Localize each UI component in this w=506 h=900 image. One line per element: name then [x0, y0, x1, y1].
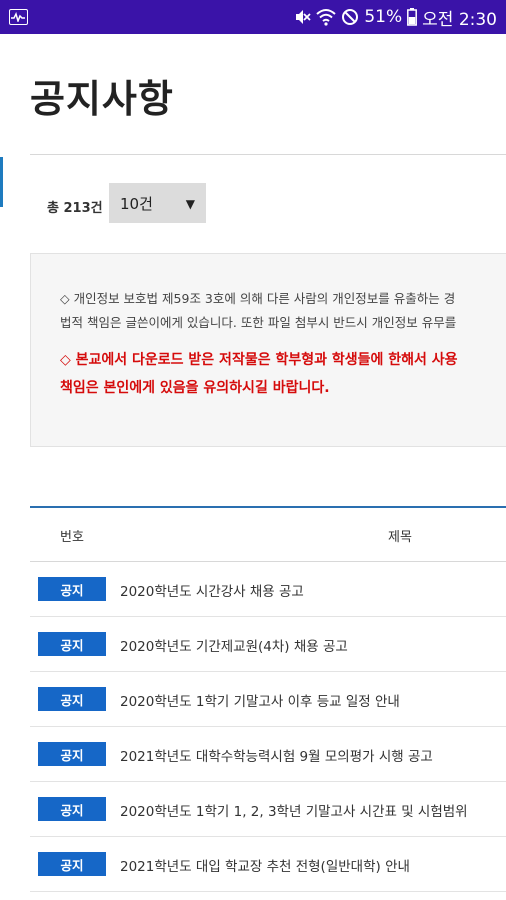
clock: 오전 2:30 [422, 9, 497, 30]
copyright-warning-line-1: ◇ 본교에서 다운로드 받은 저작물은 학부형과 학생들에 한해서 사용 [60, 352, 458, 368]
post-title-link[interactable]: 2021학년도 대입 학교장 추천 전형(일반대학) 안내 [120, 855, 410, 875]
post-title-link[interactable]: 2021학년도 대학수학능력시험 9월 모의평가 시행 공고 [120, 745, 433, 765]
post-title-link[interactable]: 2020학년도 시간강사 채용 공고 [120, 580, 304, 600]
dropdown-caret-icon: ▼ [185, 197, 195, 211]
table-top-border [30, 506, 506, 508]
do-not-disturb-icon [341, 8, 359, 26]
column-header-title: 제목 [388, 530, 412, 545]
page-size-value: 10건 [120, 194, 153, 213]
battery-icon [407, 8, 418, 26]
total-count: 총 213건 [47, 201, 103, 216]
post-title-link[interactable]: 2020학년도 기간제교원(4차) 채용 공고 [120, 635, 348, 655]
mute-icon [293, 8, 311, 26]
notice-badge: 공지 [38, 742, 106, 766]
page-title: 공지사항 [30, 77, 174, 121]
notice-badge: 공지 [38, 797, 106, 821]
notice-line-2: 법적 책임은 글쓴이에게 있습니다. 또한 파일 첨부시 반드시 개인정보 유무… [60, 315, 457, 330]
table-row[interactable]: 공지 2021학년도 대학수학능력시험 9월 모의평가 시행 공고 [30, 727, 506, 782]
side-accent [0, 157, 3, 207]
wifi-icon [316, 8, 337, 26]
post-title-link[interactable]: 2020학년도 1학기 1, 2, 3학년 기말고사 시간표 및 시험범위 [120, 800, 468, 820]
table-row[interactable]: 공지 2020학년도 1학기 기말고사 이후 등교 일정 안내 [30, 672, 506, 727]
copyright-warning-line-2: 책임은 본인에게 있음을 유의하시길 바랍니다. [60, 380, 330, 396]
notice-badge: 공지 [38, 852, 106, 876]
activity-icon [9, 9, 28, 25]
status-bar: 51% 오전 2:30 [0, 0, 506, 34]
page-size-select[interactable]: 10건 ▼ [109, 183, 206, 223]
table-row[interactable]: 공지 2020학년도 시간강사 채용 공고 [30, 562, 506, 617]
table-row[interactable]: 공지 2021학년도 대입 학교장 추천 전형(일반대학) 안내 [30, 837, 506, 892]
table-row[interactable]: 공지 2020학년도 1학기 1, 2, 3학년 기말고사 시간표 및 시험범위 [30, 782, 506, 837]
notice-badge: 공지 [38, 577, 106, 601]
table-row[interactable]: 공지 2020학년도 기간제교원(4차) 채용 공고 [30, 617, 506, 672]
title-divider [30, 154, 506, 155]
notice-line-1: ◇ 개인정보 보호법 제59조 3호에 의해 다른 사람의 개인정보를 유출하는… [60, 291, 456, 306]
battery-percent: 51% [364, 7, 403, 27]
notice-badge: 공지 [38, 687, 106, 711]
notice-badge: 공지 [38, 632, 106, 656]
post-title-link[interactable]: 2020학년도 1학기 기말고사 이후 등교 일정 안내 [120, 690, 400, 710]
privacy-notice: ◇ 개인정보 보호법 제59조 3호에 의해 다른 사람의 개인정보를 유출하는… [30, 253, 506, 447]
column-header-number: 번호 [60, 530, 84, 545]
